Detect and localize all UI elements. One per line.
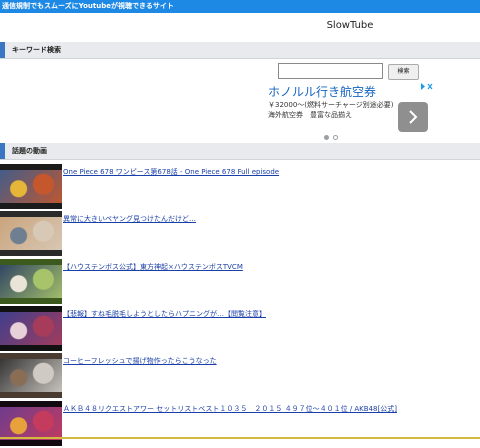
video-thumbnail[interactable] — [0, 259, 62, 304]
advertisement[interactable]: ホノルル行き航空券 ￥32000～(燃料サーチャージ別途必要) 海外航空券 豊富… — [263, 80, 434, 140]
video-title-link[interactable]: 【悲報】すね毛脱毛しようとしたらハプニングが…【閲覧注意】 — [63, 309, 266, 319]
site-tagline: 通信規制でもスムーズにYoutubeが視聴できるサイト — [2, 2, 174, 10]
video-title-link[interactable]: ＡＫＢ４８リクエストアワー セットリストベスト１０３５ ２０１５ ４９７位～４０… — [63, 404, 397, 414]
ad-title[interactable]: ホノルル行き航空券 — [268, 84, 376, 100]
video-title-link[interactable]: 異常に大きいペヤング見つけたんだけど… — [63, 214, 196, 224]
video-item[interactable]: ＡＫＢ４８リクエストアワー セットリストベスト１０３５ ２０１５ ４９７位～４０… — [0, 401, 480, 448]
video-thumbnail[interactable] — [0, 353, 62, 398]
video-thumbnail[interactable] — [0, 306, 62, 351]
ad-next-button[interactable] — [398, 102, 428, 132]
video-title-link[interactable]: One Piece 678 ワンピース第678話 - One Piece 678… — [63, 167, 279, 177]
section-accent — [0, 143, 5, 159]
video-thumbnail[interactable] — [0, 401, 62, 446]
video-thumbnail[interactable] — [0, 164, 62, 209]
ad-dot-1[interactable] — [324, 135, 329, 140]
chevron-right-icon — [409, 110, 418, 124]
ad-choices-close-icon[interactable] — [420, 82, 434, 91]
video-thumbnail[interactable] — [0, 211, 62, 256]
keyword-section-header: キーワード検索 — [0, 42, 480, 59]
trending-section-title: 話題の動画 — [12, 147, 47, 155]
video-item[interactable]: One Piece 678 ワンピース第678話 - One Piece 678… — [0, 164, 480, 211]
video-title-link[interactable]: 【ハウステンボス公式】東方神起×ハウステンボスTVCM — [63, 262, 243, 272]
site-title[interactable]: SlowTube — [318, 19, 382, 33]
search-button[interactable]: 検索 — [388, 64, 419, 80]
search-input[interactable] — [278, 63, 383, 79]
top-banner: 通信規制でもスムーズにYoutubeが視聴できるサイト — [0, 0, 480, 13]
ad-description: ￥32000～(燃料サーチャージ別途必要) 海外航空券 豊富な品揃え — [268, 101, 394, 119]
video-title-link[interactable]: コーヒーフレッシュで揚げ物作ったらこうなった — [63, 356, 217, 366]
ad-dot-2[interactable] — [333, 135, 338, 140]
video-item[interactable]: 異常に大きいペヤング見つけたんだけど… — [0, 211, 480, 258]
keyword-section-title: キーワード検索 — [12, 46, 61, 54]
video-item[interactable]: 【ハウステンボス公式】東方神起×ハウステンボスTVCM — [0, 259, 480, 306]
video-item[interactable]: 【悲報】すね毛脱毛しようとしたらハプニングが…【閲覧注意】 — [0, 306, 480, 353]
video-item[interactable]: コーヒーフレッシュで揚げ物作ったらこうなった — [0, 353, 480, 400]
section-accent — [0, 42, 5, 58]
ad-pagination — [324, 125, 342, 140]
trending-section-header: 話題の動画 — [0, 143, 480, 160]
